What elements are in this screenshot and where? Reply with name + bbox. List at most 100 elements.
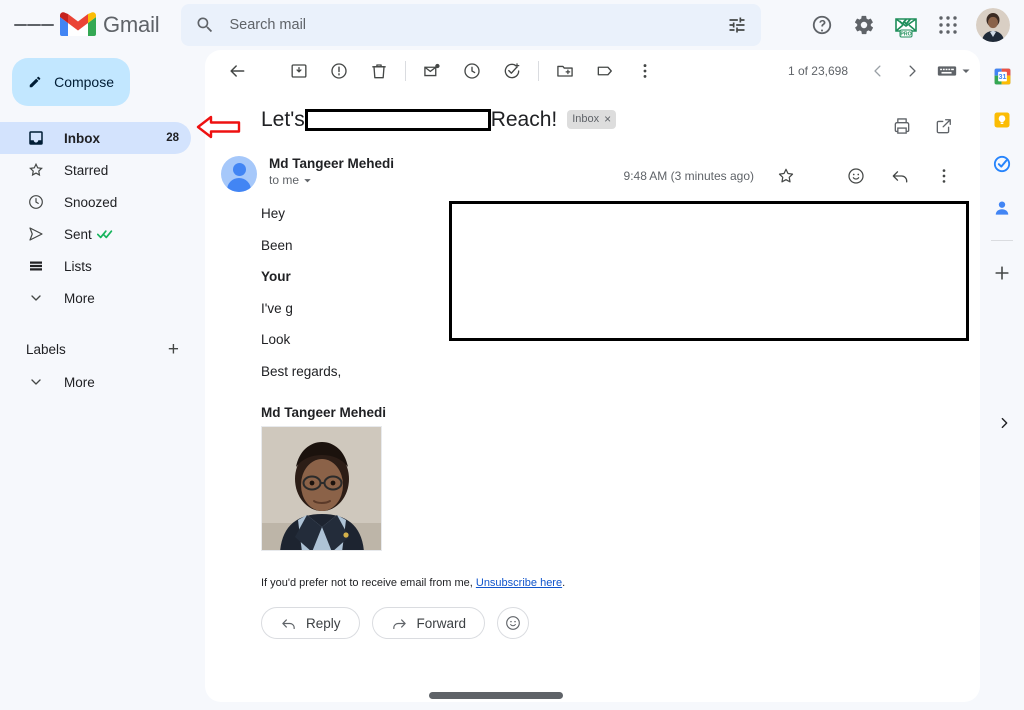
emoji-icon[interactable] (497, 607, 530, 640)
unsubscribe-suffix: . (562, 577, 566, 590)
mailtracker-pro-icon[interactable]: PRO (886, 5, 926, 45)
back-arrow-icon[interactable] (217, 51, 257, 91)
body-row: Compose Inbox 28 Starred Snoozed Sent Li… (0, 50, 1024, 710)
add-label-icon[interactable]: + (168, 340, 179, 359)
reply-icon (282, 619, 295, 629)
body-redaction-box (449, 201, 969, 341)
inbox-unread-count: 28 (166, 132, 179, 144)
reply-button[interactable]: Reply (261, 607, 360, 640)
help-icon[interactable] (802, 5, 842, 45)
add-apps-icon[interactable] (988, 259, 1016, 287)
gmail-app: Gmail Search mail PRO Compose Inbox 28 S… (0, 0, 1024, 710)
unsubscribe-prefix: If you'd prefer not to receive email fro… (261, 577, 473, 590)
labels-header: Labels + (0, 332, 191, 366)
settings-icon[interactable] (844, 5, 884, 45)
subject-text-before: Let's (261, 108, 305, 131)
message-meta: 9:48 AM (3 minutes ago) (624, 156, 964, 196)
recipient-dropdown[interactable]: to me (269, 173, 394, 187)
more-options-icon[interactable] (625, 51, 665, 91)
body-line-text: I've g (261, 300, 293, 316)
pencil-icon (29, 76, 41, 88)
gmail-brand-text: Gmail (103, 12, 160, 37)
labels-more-item[interactable]: More (0, 366, 191, 398)
pagination-text: 1 of 23,698 (787, 64, 848, 78)
apps-grid-icon[interactable] (928, 5, 968, 45)
archive-icon[interactable] (279, 51, 319, 91)
search-input[interactable] (229, 17, 714, 33)
sender-name: Md Tangeer Mehedi (269, 156, 395, 171)
sidebar-item-snoozed[interactable]: Snoozed (0, 186, 191, 218)
message-toolbar: 1 of 23,698 (205, 50, 980, 92)
chevron-right-icon[interactable] (896, 55, 928, 87)
lists-icon (26, 256, 46, 276)
unsubscribe-link[interactable]: Unsubscribe here (476, 577, 562, 589)
labels-title: Labels (26, 341, 66, 357)
caret-down-icon (304, 178, 311, 182)
sidebar-item-label: Sent (64, 226, 92, 242)
forward-button[interactable]: Forward (371, 607, 486, 640)
google-tasks-icon[interactable] (988, 150, 1016, 178)
body-line-text: Hey (261, 206, 286, 221)
snooze-icon[interactable] (452, 51, 492, 91)
pagination: 1 of 23,698 (788, 55, 972, 87)
expand-rail-icon[interactable] (996, 415, 1012, 436)
more-vertical-icon[interactable] (924, 156, 964, 196)
sidebar: Compose Inbox 28 Starred Snoozed Sent Li… (0, 50, 205, 710)
toolbar-divider (538, 61, 539, 81)
recipient-label: to me (269, 173, 300, 187)
emoji-react-icon[interactable] (836, 156, 876, 196)
reading-pane: 1 of 23,698 Let's Reach! Inbox × Md Tang… (205, 50, 980, 702)
subject-row: Let's Reach! Inbox × (205, 92, 980, 146)
forward-icon (392, 619, 406, 629)
main-area: 1 of 23,698 Let's Reach! Inbox × Md Tang… (205, 50, 1024, 710)
labels-more-label: More (64, 374, 95, 390)
star-icon (26, 160, 46, 180)
tune-options-icon[interactable] (727, 15, 747, 35)
sender-info: Md Tangeer Mehedi to me (269, 156, 394, 187)
star-outline-icon[interactable] (766, 156, 806, 196)
message-timestamp: 9:48 AM (3 minutes ago) (623, 169, 754, 183)
mark-unread-icon[interactable] (412, 51, 452, 91)
open-in-new-icon[interactable] (924, 106, 964, 146)
inbox-label-chip[interactable]: Inbox × (567, 109, 617, 130)
toolbar-divider (405, 61, 406, 81)
sidebar-item-starred[interactable]: Starred (0, 154, 191, 186)
sidebar-item-label: Inbox (64, 130, 100, 146)
gmail-envelope-icon (60, 12, 96, 36)
subject-actions (882, 106, 964, 146)
move-to-icon[interactable] (545, 51, 585, 91)
chip-remove-icon[interactable]: × (604, 112, 611, 128)
reply-icon[interactable] (880, 156, 920, 196)
pro-badge-text: PRO (900, 31, 911, 37)
chip-label: Inbox (572, 113, 600, 126)
subject-text-after: Reach! (490, 108, 558, 131)
input-tools-selector[interactable] (936, 63, 972, 79)
search-bar[interactable] (181, 4, 762, 46)
sidebar-item-label: Lists (64, 258, 92, 274)
sidebar-item-more[interactable]: More (0, 282, 191, 314)
main-menu-icon[interactable] (14, 5, 54, 45)
compose-button[interactable]: Compose (12, 58, 130, 106)
scrollbar-thumb[interactable] (429, 692, 563, 699)
google-contacts-icon[interactable] (988, 194, 1016, 222)
signature-name: Md Tangeer Mehedi (261, 405, 387, 421)
google-calendar-icon[interactable]: 31 (988, 62, 1016, 90)
gmail-logo[interactable]: Gmail (60, 11, 160, 39)
google-keep-icon[interactable] (988, 106, 1016, 134)
chevron-left-icon[interactable] (862, 55, 894, 87)
caret-down-icon (962, 69, 970, 73)
print-icon[interactable] (882, 106, 922, 146)
delete-icon[interactable] (359, 51, 399, 91)
sidebar-item-sent[interactable]: Sent (0, 218, 191, 250)
sender-avatar[interactable] (221, 156, 257, 192)
account-avatar[interactable] (976, 8, 1010, 42)
sidebar-item-lists[interactable]: Lists (0, 250, 191, 282)
chevron-down-icon (26, 372, 46, 392)
report-spam-icon[interactable] (319, 51, 359, 91)
body-line-text: Look (261, 332, 291, 348)
horizontal-scrollbar[interactable] (325, 692, 685, 699)
sidebar-item-inbox[interactable]: Inbox 28 (0, 122, 191, 154)
add-to-tasks-icon[interactable] (492, 51, 532, 91)
search-icon (197, 17, 213, 33)
labels-icon[interactable] (585, 51, 625, 91)
